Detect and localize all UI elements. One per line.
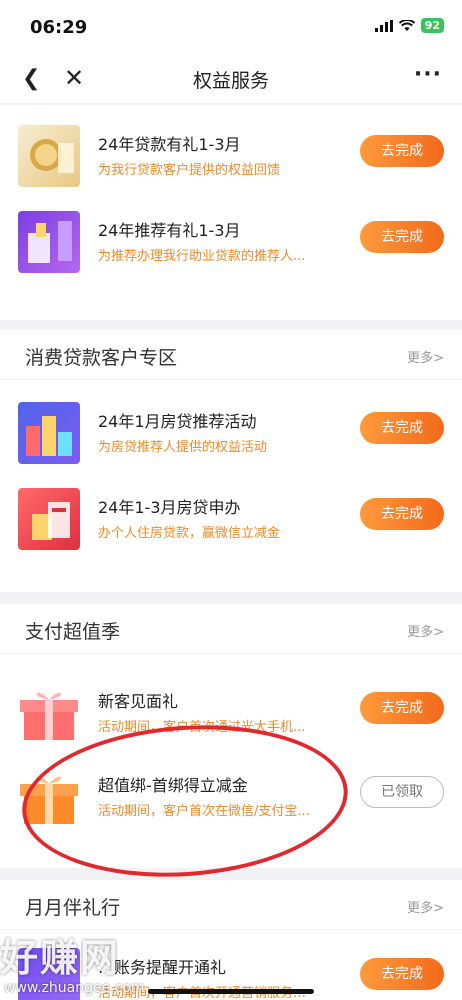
complete-button[interactable]: 去完成 [360, 958, 444, 990]
item-desc: 为我行贷款客户提供的权益回馈 [98, 163, 281, 178]
more-link[interactable]: 更多> [407, 897, 444, 916]
nav-bar: ❮ ✕ 权益服务 ··· [0, 54, 462, 104]
gift-box-icon [18, 766, 80, 828]
item-title: 24年贷款有礼1-3月 [98, 135, 241, 154]
home-indicator [148, 989, 314, 994]
list-item[interactable]: 超值绑-首绑得立减金 活动期间，客户首次在微信/支付宝... 已领取 [0, 758, 462, 838]
loan-gift-thumb [18, 125, 80, 187]
item-title: 24年推荐有礼1-3月 [98, 221, 241, 240]
more-link[interactable]: 更多> [407, 621, 444, 640]
mortgage-apply-thumb [18, 488, 80, 550]
item-title: 24年1月房贷推荐活动 [98, 412, 257, 431]
section-title: 支付超值季 [25, 621, 121, 643]
item-desc: 办个人住房贷款，赢微信立减金 [98, 526, 281, 541]
complete-button[interactable]: 去完成 [360, 135, 444, 167]
section-title: 月月伴礼行 [25, 897, 121, 919]
item-desc: 为房贷推荐人提供的权益活动 [98, 440, 268, 455]
battery-icon: 92 [420, 18, 444, 33]
watermark-logo: 好赚网 [0, 936, 121, 980]
list-item[interactable]: 24年1-3月房贷申办 办个人住房贷款，赢微信立减金 去完成 [0, 480, 462, 560]
complete-button[interactable]: 去完成 [360, 412, 444, 444]
section-header: 月月伴礼行 更多> [0, 880, 462, 930]
section-header: 支付超值季 更多> [0, 604, 462, 654]
item-title: 超值绑-首绑得立减金 [98, 776, 248, 795]
item-title: 新客见面礼 [98, 692, 179, 711]
section-header: 消费贷款客户专区 更多> [0, 330, 462, 380]
more-icon[interactable]: ··· [414, 62, 442, 87]
gift-box-icon [18, 682, 80, 744]
mortgage-referral-thumb [18, 402, 80, 464]
list-item[interactable]: 24年1月房贷推荐活动 为房贷推荐人提供的权益活动 去完成 [0, 394, 462, 474]
complete-button[interactable]: 去完成 [360, 498, 444, 530]
status-bar: 06:29 92 [0, 0, 462, 54]
complete-button[interactable]: 去完成 [360, 221, 444, 253]
item-title: 24年1-3月房贷申办 [98, 498, 241, 517]
list-item[interactable]: 新客见面礼 活动期间，客户首次通过光大手机... 去完成 [0, 674, 462, 754]
item-desc: 活动期间，客户首次在微信/支付宝... [98, 804, 310, 819]
list-item[interactable]: 24年推荐有礼1-3月 为推荐办理我行助业贷款的推荐人... 去完成 [0, 203, 462, 283]
payment-season-card: 支付超值季 更多> 新客见面礼 活动期间，客户首次通过光大手机... 去完成 超… [0, 604, 462, 868]
signal-icon [374, 19, 393, 32]
item-desc: 为推荐办理我行助业贷款的推荐人... [98, 249, 306, 264]
wifi-icon [398, 19, 415, 31]
status-time: 06:29 [30, 17, 88, 38]
referral-gift-thumb [18, 211, 80, 273]
complete-button[interactable]: 去完成 [360, 692, 444, 724]
page-title: 权益服务 [192, 70, 269, 92]
received-button[interactable]: 已领取 [360, 776, 444, 808]
list-item[interactable]: 24年贷款有礼1-3月 为我行贷款客户提供的权益回馈 去完成 [0, 117, 462, 197]
consumer-loan-card: 消费贷款客户专区 更多> 24年1月房贷推荐活动 为房贷推荐人提供的权益活动 去… [0, 330, 462, 592]
section-title: 消费贷款客户专区 [25, 347, 178, 369]
watermark-url: www.zhuangee.com [4, 980, 145, 996]
more-link[interactable]: 更多> [407, 347, 444, 366]
item-desc: 活动期间，客户首次通过光大手机... [98, 720, 306, 735]
rewards-card: 24年贷款有礼1-3月 为我行贷款客户提供的权益回馈 去完成 24年推荐有礼1-… [0, 105, 462, 320]
status-icons: 92 [374, 18, 444, 33]
